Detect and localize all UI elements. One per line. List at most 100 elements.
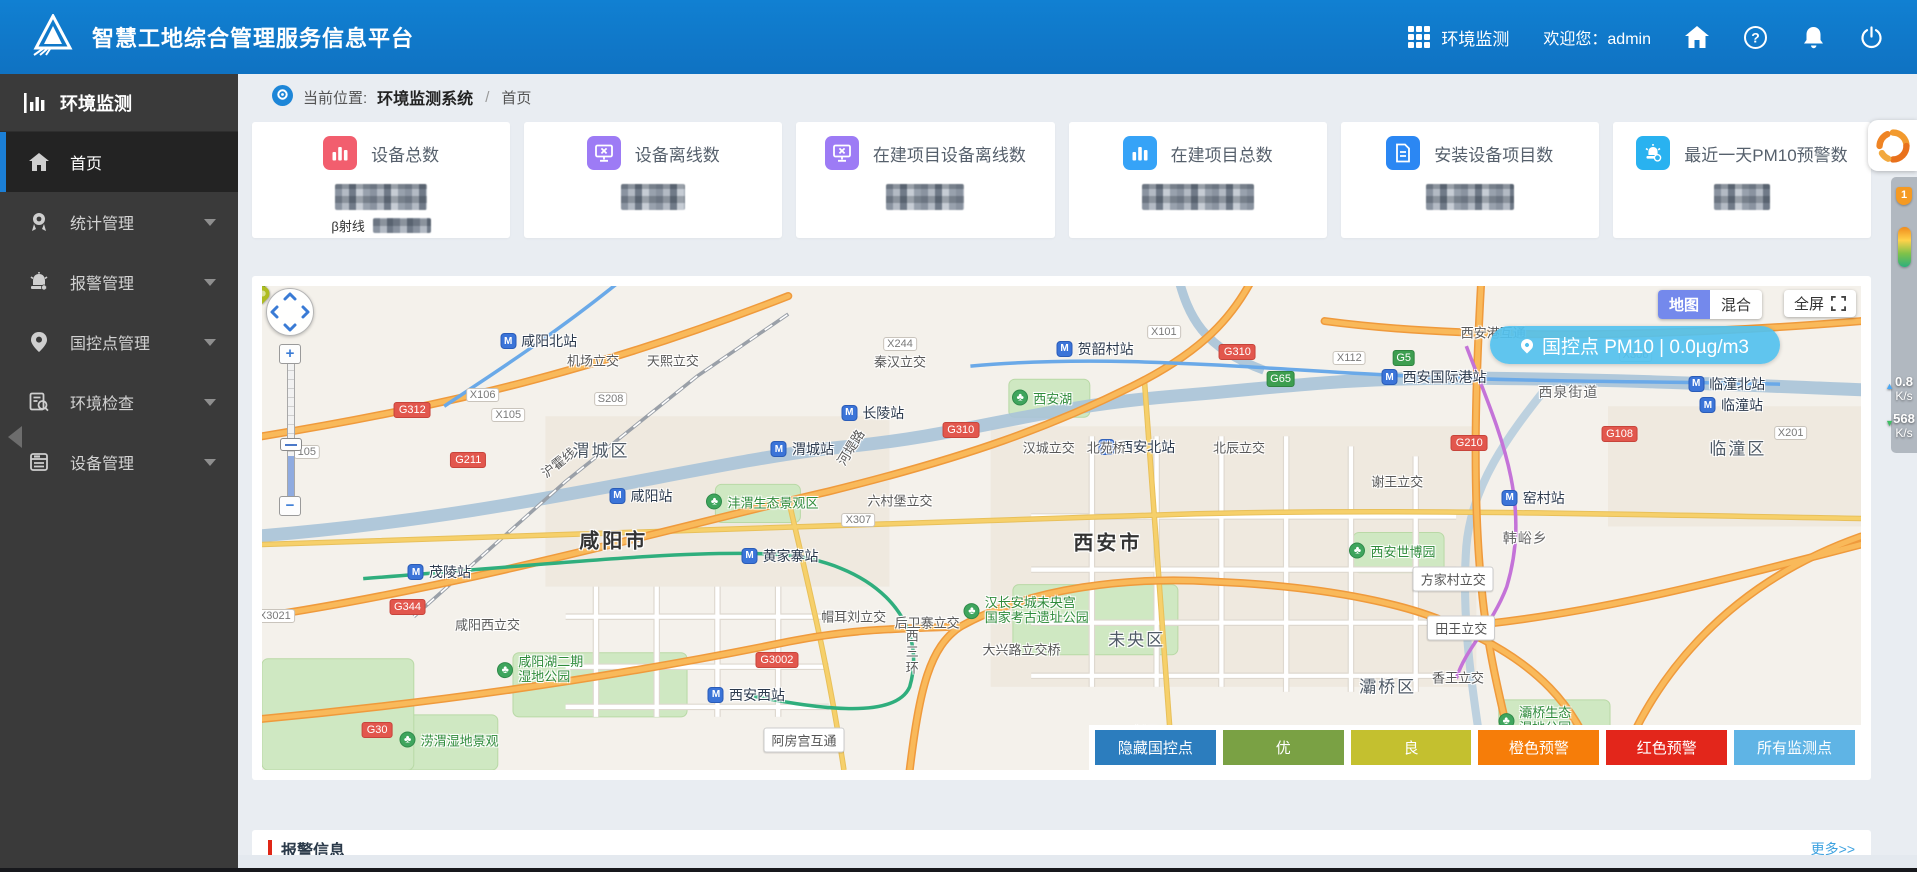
map-filter-button-1[interactable]: 优 [1222, 730, 1344, 765]
map-filter-button-3[interactable]: 橙色预警 [1478, 730, 1600, 765]
sidebar-item-label: 首页 [70, 156, 103, 173]
map-station-label[interactable]: M 黄家寨站 [741, 546, 819, 566]
map-filter-button-4[interactable]: 红色预警 [1606, 730, 1728, 765]
map-label-roadv: 西三环 [903, 629, 919, 678]
module-switch[interactable]: 环境监测 [1407, 25, 1509, 50]
module-switch-label: 环境监测 [1441, 29, 1510, 49]
map-label-wbox[interactable]: 阿房宫互通 [763, 727, 845, 753]
map-station-label[interactable]: M 西安西站 [707, 685, 785, 705]
map-park-label[interactable]: ♣ 涝渭湿地景观 [399, 730, 499, 749]
map[interactable]: M咸阳北站机场立交天熙立交秦汉立交M贺韶村站X101X244西安港互通G310G… [262, 286, 1861, 770]
monitor-off-icon [586, 136, 621, 170]
notification-badge[interactable]: 1 [1896, 187, 1912, 205]
metro-station-icon: M [1056, 340, 1073, 357]
alarm-icon [28, 271, 50, 293]
map-station-label[interactable]: M 临潼北站 [1688, 374, 1765, 394]
help-icon[interactable]: ? [1743, 25, 1767, 49]
map-station-label[interactable]: M 咸阳北站 [500, 331, 577, 351]
sidebar-item-4[interactable]: 环境检查 [0, 372, 238, 432]
zoom-handle[interactable] [280, 438, 302, 451]
bar-chart-icon [1122, 136, 1157, 170]
park-icon: ♣ [963, 602, 980, 619]
map-station-label[interactable]: M 长陵站 [841, 403, 904, 423]
breadcrumb-system[interactable]: 环境监测系统 [377, 85, 473, 109]
metro-station-icon: M [741, 547, 758, 564]
map-type-map[interactable]: 地图 [1658, 290, 1711, 319]
map-label-text: 涝渭湿地景观 [420, 733, 499, 749]
sidebar-collapse-icon[interactable] [8, 426, 22, 448]
main-content: 当前位置: 环境监测系统 / 首页 设备总数 β射线 设备离线数 在建项目设备离线数 在… [238, 74, 1917, 872]
map-filter-button-0[interactable]: 隐藏国控点 [1095, 730, 1216, 765]
map-label-text: 贺韶村站 [1077, 340, 1134, 357]
map-station-label[interactable]: M 临潼站 [1699, 395, 1763, 415]
map-park-label[interactable]: ♣ 汉长安城未央宫 国家考古遗址公园 [963, 595, 1089, 626]
map-station-label[interactable]: M 窑村站 [1501, 488, 1565, 508]
map-station-label[interactable]: M 西安国际港站 [1381, 367, 1487, 387]
map-station-label[interactable]: M 茂陵站 [407, 562, 471, 582]
alarm-light-icon [1636, 136, 1671, 170]
bell-icon[interactable] [1801, 25, 1825, 49]
chevron-down-icon [204, 218, 216, 226]
home-icon[interactable] [1685, 25, 1709, 49]
grid-icon [1407, 25, 1431, 49]
power-icon[interactable] [1859, 25, 1883, 49]
pm10-tooltip[interactable]: 国控点 PM10 | 0.0µg/m3 [1490, 326, 1780, 364]
map-pan-control[interactable] [266, 288, 314, 336]
sidebar-item-2[interactable]: 报警管理 [0, 252, 238, 312]
map-label-wbox[interactable]: 田王立交 [1427, 615, 1496, 641]
map-label-text: 临潼北站 [1709, 375, 1766, 392]
metro-station-icon: M [707, 686, 724, 703]
location-circle-icon [272, 84, 293, 110]
map-label-road: 北辰立交 [1212, 440, 1265, 456]
stat-card-title: 在建项目总数 [1170, 145, 1273, 165]
float-widget-logo[interactable] [1868, 120, 1917, 171]
svg-text:?: ? [1751, 29, 1760, 45]
map-label-wbox[interactable]: 方家村立交 [1412, 566, 1494, 592]
map-park-label[interactable]: ♣ 咸阳湖二期 湿地公园 [497, 654, 583, 685]
map-filter-button-2[interactable]: 良 [1350, 730, 1472, 765]
map-label-road: 咸阳西立交 [454, 617, 520, 633]
map-station-label[interactable]: M 贺韶村站 [1056, 339, 1134, 359]
metro-station-icon: M [407, 564, 424, 581]
map-label-xb: X201 [1773, 425, 1808, 440]
zoom-out-button[interactable]: − [279, 496, 301, 516]
map-park-label[interactable]: ♣ 西安世博园 [1349, 541, 1435, 560]
stat-card-title: 设备总数 [371, 145, 440, 165]
map-label-text: 长陵站 [862, 404, 905, 421]
speed-entry: ▲ 0.8 K/s [1885, 374, 1915, 404]
sidebar-item-home[interactable]: 首页 [0, 132, 238, 192]
breadcrumb-page[interactable]: 首页 [501, 87, 531, 108]
map-type-hybrid[interactable]: 混合 [1710, 290, 1762, 319]
map-label-gb: G312 [393, 401, 431, 418]
park-icon: ♣ [1012, 389, 1029, 406]
sidebar-item-label: 设备管理 [70, 456, 135, 473]
map-park-label[interactable]: ♣ 沣渭生态景观区 [706, 492, 818, 511]
stat-card-value-blurred [621, 184, 686, 210]
map-filter-button-5[interactable]: 所有监测点 [1734, 730, 1855, 765]
sidebar-item-1[interactable]: 统计管理 [0, 192, 238, 252]
map-filter-buttons: 隐藏国控点优良橙色预警 红色预警 所有监测点 [1089, 725, 1861, 770]
metro-station-icon: M [609, 487, 626, 504]
map-park-label[interactable]: ♣ 西安湖 [1012, 388, 1072, 407]
map-label-text: 茂陵站 [428, 564, 471, 581]
sidebar-item-3[interactable]: 国控点管理 [0, 312, 238, 372]
welcome-text: 欢迎您：admin [1543, 31, 1651, 48]
map-label-text: 临潼站 [1720, 397, 1763, 414]
sidebar-item-5[interactable]: 设备管理 [0, 432, 238, 492]
horizontal-scrollbar[interactable] [238, 855, 1917, 868]
map-zoom-slider[interactable]: + − [279, 344, 303, 516]
zoom-track[interactable] [280, 364, 302, 496]
map-station-label[interactable]: M 咸阳站 [609, 486, 672, 506]
map-label-gb: G310 [942, 422, 980, 439]
map-label-district: 灞桥区 [1359, 677, 1417, 697]
stat-card: 设备离线数 [524, 122, 783, 238]
float-widget-strip[interactable]: 1 ▲ 0.8 K/s ▼ 568 K/s [1885, 177, 1917, 453]
zoom-in-button[interactable]: + [279, 344, 301, 364]
stat-card-title: 安装设备项目数 [1434, 145, 1554, 165]
chevron-down-icon [204, 398, 216, 406]
pin-icon [28, 331, 50, 353]
stats-icon [28, 211, 50, 233]
fullscreen-button[interactable]: 全屏 [1784, 290, 1857, 317]
map-label-district: 未央区 [1108, 630, 1166, 650]
map-station-label[interactable]: M 渭城站 [770, 439, 834, 459]
